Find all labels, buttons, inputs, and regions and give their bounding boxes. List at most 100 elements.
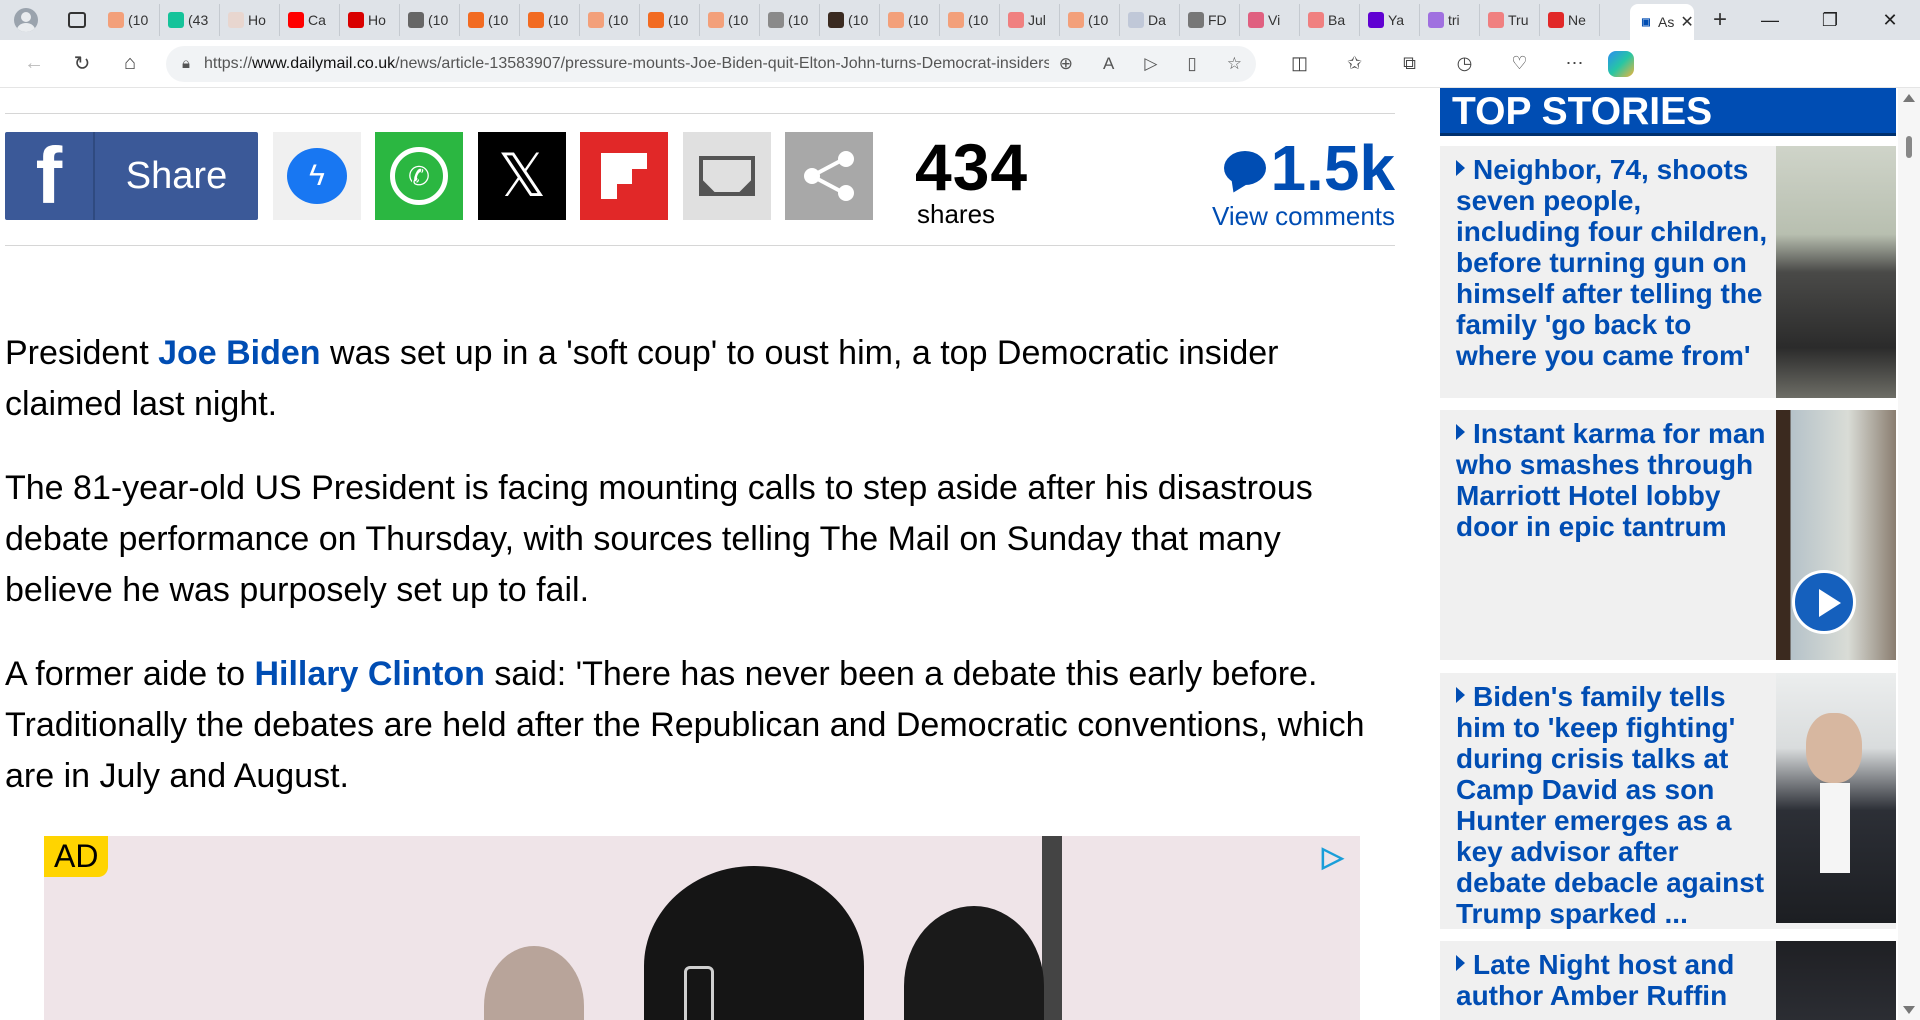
- star-favicon-icon: [1248, 12, 1264, 28]
- browser-tab[interactable]: FD: [1180, 4, 1240, 36]
- copilot-icon[interactable]: [1608, 50, 1634, 77]
- browser-tab[interactable]: (10: [460, 4, 520, 36]
- read-aloud-icon[interactable]: A: [1103, 54, 1114, 74]
- close-tab-icon[interactable]: ✕: [1680, 12, 1693, 32]
- browser-tab[interactable]: Da: [1120, 4, 1180, 36]
- browser-tab[interactable]: (10: [520, 4, 580, 36]
- browser-tab[interactable]: Tru: [1480, 4, 1540, 36]
- story-headline[interactable]: Instant karma for man who smashes throug…: [1456, 418, 1770, 542]
- browser-tab[interactable]: (10: [880, 4, 940, 36]
- url-text[interactable]: https://www.dailymail.co.uk/news/article…: [204, 55, 1049, 73]
- home-button[interactable]: ⌂: [110, 44, 150, 84]
- zoom-icon[interactable]: ⊕: [1059, 54, 1073, 74]
- story-card[interactable]: Neighbor, 74, shoots seven people, inclu…: [1440, 146, 1896, 398]
- browser-tab[interactable]: (10: [700, 4, 760, 36]
- profile-avatar[interactable]: [14, 8, 38, 32]
- split-screen-icon[interactable]: ◫: [1272, 53, 1327, 74]
- advertisement[interactable]: AD ▷: [44, 836, 1360, 1020]
- scroll-up-arrow-icon[interactable]: [1903, 94, 1915, 102]
- browser-tab[interactable]: (43: [160, 4, 220, 36]
- active-tab[interactable]: ▣ As ✕: [1630, 4, 1694, 40]
- immersive-reader-icon[interactable]: ▯: [1187, 54, 1196, 74]
- browser-tab[interactable]: (10: [1060, 4, 1120, 36]
- browser-tab[interactable]: Ba: [1300, 4, 1360, 36]
- browser-tab[interactable]: Ne: [1540, 4, 1600, 36]
- hillary-clinton-link[interactable]: Hillary Clinton: [254, 655, 484, 693]
- extensions-icon[interactable]: ♡: [1492, 53, 1547, 74]
- yahoo-favicon-icon: [1368, 12, 1384, 28]
- browser-tab[interactable]: Vi: [1240, 4, 1300, 36]
- dailymail-favicon-icon: ▣: [1638, 14, 1654, 30]
- story-thumbnail[interactable]: [1776, 410, 1896, 660]
- view-comments-label[interactable]: View comments: [1185, 203, 1395, 229]
- browser-tab[interactable]: (10: [760, 4, 820, 36]
- story-thumbnail[interactable]: [1776, 673, 1896, 923]
- favorite-star-icon[interactable]: ☆: [1227, 54, 1242, 74]
- photo-favicon-icon: [828, 12, 844, 28]
- browser-tab[interactable]: (10: [640, 4, 700, 36]
- x-share-button[interactable]: 𝕏: [478, 132, 566, 220]
- browser-tab-label: (10: [848, 12, 869, 28]
- browser-tab[interactable]: Ho: [340, 4, 400, 36]
- tab-actions-icon[interactable]: [68, 12, 86, 28]
- globe-favicon-icon: [1128, 12, 1144, 28]
- top-stories-title: TOP STORIES: [1440, 88, 1896, 136]
- browser-toolbar: ← ↻ ⌂ 🔒︎ https://www.dailymail.co.uk/new…: [0, 40, 1920, 88]
- story-thumbnail[interactable]: [1776, 941, 1896, 1020]
- browser-tab-label: (10: [488, 12, 509, 28]
- browser-tab[interactable]: Ho: [220, 4, 280, 36]
- story-headline[interactable]: Late Night host and author Amber Ruffin: [1456, 949, 1770, 1011]
- more-menu-icon[interactable]: ⋯: [1547, 53, 1602, 74]
- browser-tab[interactable]: (10: [940, 4, 1000, 36]
- comments-link[interactable]: 1.5k View comments: [1185, 132, 1395, 229]
- more-share-button[interactable]: [785, 132, 873, 220]
- address-bar[interactable]: 🔒︎ https://www.dailymail.co.uk/news/arti…: [166, 45, 1256, 82]
- collections-icon[interactable]: ⧉: [1382, 53, 1437, 74]
- restore-button[interactable]: ❐: [1800, 0, 1860, 40]
- story-card[interactable]: Late Night host and author Amber Ruffin: [1440, 941, 1896, 1020]
- browser-tab[interactable]: Jul: [1000, 4, 1060, 36]
- minimize-button[interactable]: —: [1740, 0, 1800, 40]
- messenger-share-button[interactable]: ϟ: [273, 132, 361, 220]
- email-share-button[interactable]: [683, 132, 771, 220]
- adchoices-icon[interactable]: ▷: [1322, 840, 1352, 872]
- lock-icon[interactable]: 🔒︎: [182, 55, 190, 72]
- new-tab-button[interactable]: +: [1700, 6, 1740, 34]
- facebook-share-label: Share: [125, 154, 228, 197]
- facebook-share-button[interactable]: f Share: [5, 131, 258, 220]
- browser-tab[interactable]: (10: [100, 4, 160, 36]
- share-icon: [804, 151, 854, 201]
- divider: [5, 113, 1395, 114]
- joe-biden-link[interactable]: Joe Biden: [158, 334, 320, 372]
- browser-tab-label: FD: [1208, 12, 1227, 28]
- video-icon[interactable]: ▷: [1144, 54, 1157, 74]
- story-headline[interactable]: Biden's family tells him to 'keep fighti…: [1456, 681, 1770, 929]
- share-count-label: shares: [917, 199, 996, 229]
- favorites-icon[interactable]: ✩: [1327, 53, 1382, 74]
- flipboard-share-button[interactable]: [580, 132, 668, 220]
- browser-tab[interactable]: (10: [820, 4, 880, 36]
- back-button[interactable]: ←: [14, 44, 54, 84]
- arrow-icon: [1456, 687, 1465, 703]
- browser-tab[interactable]: Ya: [1360, 4, 1420, 36]
- scroll-thumb[interactable]: [1906, 136, 1912, 158]
- story-thumbnail[interactable]: [1776, 146, 1896, 398]
- story-card[interactable]: Biden's family tells him to 'keep fighti…: [1440, 673, 1896, 929]
- close-window-button[interactable]: ✕: [1860, 0, 1920, 40]
- story-headline[interactable]: Neighbor, 74, shoots seven people, inclu…: [1456, 154, 1770, 371]
- browser-tab[interactable]: tri: [1420, 4, 1480, 36]
- bookmark-favicon-icon: [108, 12, 124, 28]
- whatsapp-share-button[interactable]: ✆: [375, 132, 463, 220]
- history-icon[interactable]: ◷: [1437, 53, 1492, 74]
- page-scrollbar[interactable]: [1898, 88, 1920, 1020]
- browser-tab[interactable]: Ca: [280, 4, 340, 36]
- browser-tab[interactable]: (10: [580, 4, 640, 36]
- play-video-icon[interactable]: [1792, 570, 1856, 634]
- browser-tab-label: Da: [1148, 12, 1166, 28]
- arrow-icon: [1456, 160, 1465, 176]
- browser-tab-label: (10: [668, 12, 689, 28]
- refresh-button[interactable]: ↻: [62, 44, 102, 84]
- story-card[interactable]: Instant karma for man who smashes throug…: [1440, 410, 1896, 660]
- browser-tab[interactable]: (10: [400, 4, 460, 36]
- scroll-down-arrow-icon[interactable]: [1903, 1006, 1915, 1014]
